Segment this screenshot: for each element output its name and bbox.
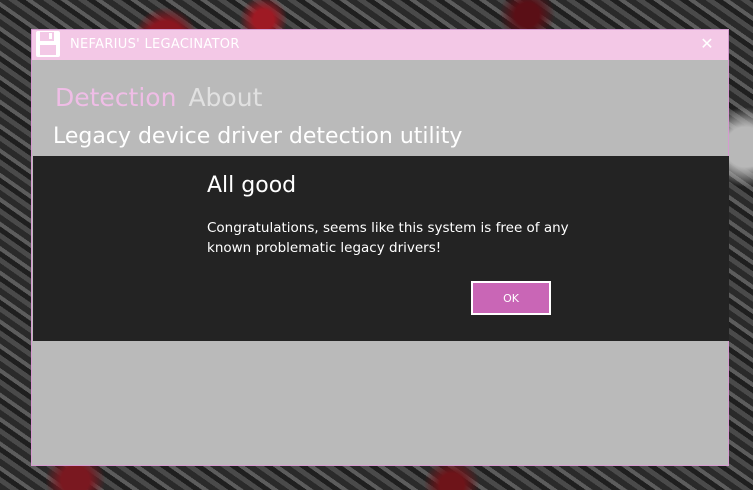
tab-detection[interactable]: Detection [55,83,176,112]
app-window: NEFARIUS' LEGACINATOR ✕ Detection About … [31,29,729,466]
close-button[interactable]: ✕ [698,35,716,53]
ok-button[interactable]: OK [471,281,551,315]
page-subtitle: Legacy device driver detection utility [53,124,463,149]
result-dialog: All good Congratulations, seems like thi… [33,156,729,341]
floppy-disk-icon [36,31,60,57]
dialog-message: Congratulations, seems like this system … [207,220,569,256]
dialog-title: All good [207,173,297,198]
window-title: NEFARIUS' LEGACINATOR [70,37,240,52]
tab-about[interactable]: About [188,83,262,112]
tab-bar: Detection About [55,83,262,112]
title-bar[interactable]: NEFARIUS' LEGACINATOR ✕ [32,30,728,60]
